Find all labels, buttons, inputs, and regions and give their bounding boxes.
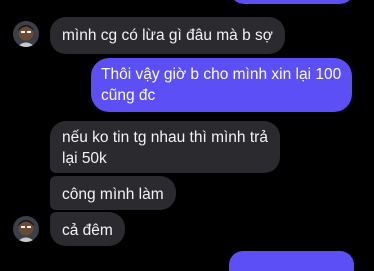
message-bubble-outgoing[interactable]: Thôi vậy giờ b cho mình xin lại 100 cũng…: [91, 58, 352, 112]
contact-avatar[interactable]: [13, 216, 39, 242]
message-text: công mình làm: [62, 186, 164, 203]
message-text-line: cũng đc: [101, 87, 156, 104]
message-bubble-incoming[interactable]: cả đêm: [50, 212, 125, 246]
message-text-line: nếu ko tin tg nhau thì mình trả: [62, 129, 268, 146]
message-text: mình cg có lừa gì đâu mà b sợ: [62, 27, 273, 44]
message-text: cả đêm: [62, 222, 113, 239]
message-text-line: Thôi vậy giờ b cho mình xin lại 100: [101, 66, 342, 83]
message-text-line: lại 50k: [62, 150, 107, 167]
message-bubble-incoming[interactable]: công mình làm: [50, 176, 176, 210]
message-bubble-outgoing-partial[interactable]: [230, 0, 354, 4]
message-bubble-outgoing-partial[interactable]: [229, 251, 354, 271]
avatar-person-icon: [13, 216, 39, 242]
avatar-person-icon: [13, 21, 39, 47]
message-bubble-incoming[interactable]: nếu ko tin tg nhau thì mình trả lại 50k: [50, 121, 280, 173]
message-bubble-incoming[interactable]: mình cg có lừa gì đâu mà b sợ: [50, 17, 285, 54]
contact-avatar[interactable]: [13, 21, 39, 47]
